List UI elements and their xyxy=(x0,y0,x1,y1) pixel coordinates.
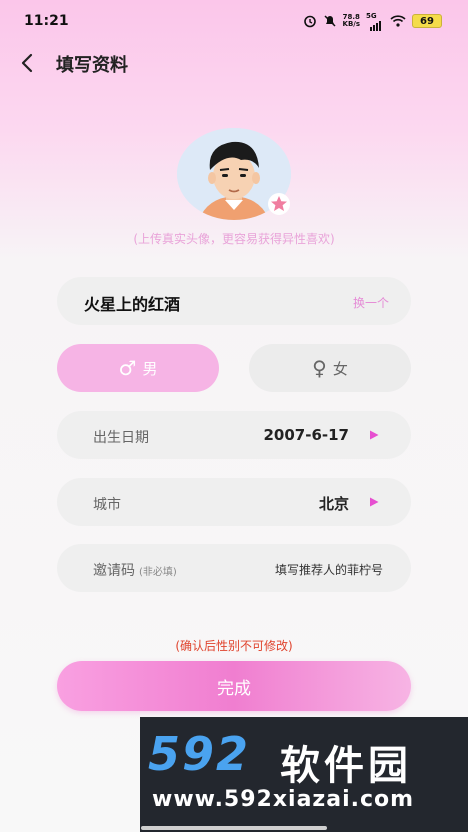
battery-indicator: 69 xyxy=(412,14,442,28)
alarm-icon xyxy=(303,15,316,28)
nickname-field[interactable]: 火星上的红酒 换一个 xyxy=(57,277,411,325)
invite-code-field[interactable]: 邀请码 (非必填) 填写推荐人的菲柠号 xyxy=(57,544,411,592)
watermark-overlay: 592 软件园 www.592xiazai.com xyxy=(140,717,468,832)
status-icons: 78.8 KB/s 5G 69 xyxy=(303,12,442,31)
back-arrow-icon[interactable] xyxy=(16,50,40,76)
status-bar: 11:21 78.8 KB/s 5G 69 xyxy=(0,0,468,42)
nickname-value[interactable]: 火星上的红酒 xyxy=(84,291,180,315)
invite-code-input[interactable]: 填写推荐人的菲柠号 xyxy=(275,561,383,578)
page-title: 填写资料 xyxy=(56,55,128,76)
invite-label: 邀请码 (非必填) xyxy=(93,560,177,580)
city-field[interactable]: 城市 北京 xyxy=(57,478,411,526)
home-indicator[interactable] xyxy=(141,826,327,830)
female-icon: ♀ xyxy=(312,356,327,380)
wifi-icon xyxy=(390,15,406,27)
watermark-url: www.592xiazai.com xyxy=(152,787,415,812)
status-time: 11:21 xyxy=(24,13,69,29)
mute-bell-icon xyxy=(323,15,336,27)
gender-male-label: 男 xyxy=(142,359,158,378)
done-button[interactable]: 完成 xyxy=(57,661,411,711)
signal-icon: 5G xyxy=(366,12,384,31)
city-label: 城市 xyxy=(93,497,121,513)
gender-female-button[interactable]: ♀ 女 xyxy=(249,344,411,392)
city-value: 北京 xyxy=(318,495,349,513)
invite-optional-note: (非必填) xyxy=(139,567,177,578)
birthday-label: 出生日期 xyxy=(93,430,149,446)
avatar-upload[interactable] xyxy=(177,128,291,220)
page-header: 填写资料 xyxy=(0,48,468,78)
birthday-value: 2007-6-17 xyxy=(263,426,349,444)
play-arrow-icon xyxy=(370,430,379,440)
camera-star-icon[interactable] xyxy=(267,192,291,216)
change-nickname-button[interactable]: 换一个 xyxy=(353,294,389,311)
watermark-logo-number: 592 xyxy=(148,727,251,781)
male-icon: ♂ xyxy=(118,356,137,380)
network-speed: 78.8 KB/s xyxy=(342,13,360,28)
birthday-field[interactable]: 出生日期 2007-6-17 xyxy=(57,411,411,459)
watermark-logo-text: 软件园 xyxy=(280,743,412,789)
invite-label-text: 邀请码 xyxy=(93,563,135,579)
avatar-hint: (上传真实头像，更容易获得异性喜欢) xyxy=(133,232,335,246)
gender-male-button[interactable]: ♂ 男 xyxy=(57,344,219,392)
play-arrow-icon xyxy=(370,497,379,507)
gender-female-label: 女 xyxy=(332,359,348,378)
gender-warning: (确认后性别不可修改) xyxy=(175,639,293,653)
